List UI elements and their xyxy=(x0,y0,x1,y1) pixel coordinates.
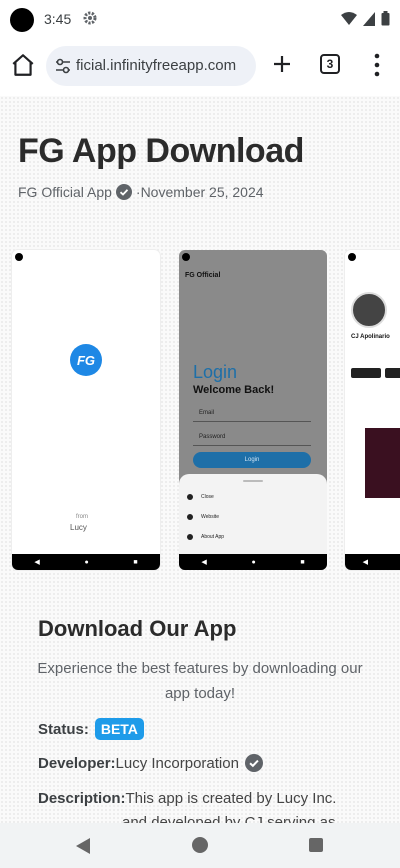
signal-icon xyxy=(363,11,375,26)
home-circle-icon[interactable] xyxy=(192,837,208,853)
mini-app-header: FG Official xyxy=(185,272,221,279)
post-date: ·November 25, 2024 xyxy=(135,184,264,200)
profile-name: CJ Apolinario xyxy=(351,334,390,340)
developer-label: Developer: xyxy=(38,754,116,772)
tab-switcher-button[interactable]: 3 xyxy=(320,54,340,74)
camera-cutout xyxy=(182,253,190,261)
description-row: Description: This app is created by Lucy… xyxy=(38,790,336,807)
new-tab-plus-icon[interactable] xyxy=(270,52,294,76)
post-image xyxy=(365,428,400,498)
web-page: FG App Download FG Official App ·Novembe… xyxy=(0,96,400,823)
camera-cutout xyxy=(15,253,23,261)
email-field: Email xyxy=(193,408,311,422)
description-label: Description: xyxy=(38,790,126,807)
browser-toolbar: ficial.infinityfreeapp.com 3 xyxy=(0,38,400,96)
mini-nav-bar: ◀ ● ■ xyxy=(12,554,160,570)
url-text: ficial.infinityfreeapp.com xyxy=(76,57,237,74)
welcome-text: Welcome Back! xyxy=(193,384,275,396)
system-nav-bar xyxy=(0,823,400,868)
mini-nav-bar: ◀● xyxy=(345,554,400,570)
recents-square-icon[interactable] xyxy=(309,838,323,852)
camera-cutout xyxy=(10,8,34,32)
status-bar: 3:45 xyxy=(0,0,400,38)
app-screenshot-splash[interactable]: FG from Lucy ◀ ● ■ xyxy=(12,250,160,570)
overflow-menu-icon[interactable] xyxy=(372,52,382,78)
mini-nav-bar: ◀ ● ■ xyxy=(179,554,327,570)
bottom-sheet-menu: Close Website About App xyxy=(179,474,327,554)
description-continued: and developed by CJ serving as xyxy=(122,814,336,823)
menu-item-close: Close xyxy=(187,494,214,500)
lucy-brand: Lucy xyxy=(70,523,87,532)
menu-item-about: About App xyxy=(187,534,224,540)
back-icon[interactable] xyxy=(74,837,92,855)
app-screenshot-login[interactable]: FG Official Login Welcome Back! Email Pa… xyxy=(179,250,327,570)
login-title: Login xyxy=(193,362,238,382)
wifi-icon xyxy=(341,11,357,25)
download-subtitle: Experience the best features by download… xyxy=(37,660,363,702)
verified-check-icon xyxy=(115,184,132,200)
app-screenshot-profile[interactable]: CJ Apolinario ◀● xyxy=(345,250,400,570)
fg-logo: FG xyxy=(70,344,102,376)
description-value: This app is created by Lucy Inc. xyxy=(125,790,337,807)
login-button: Login xyxy=(193,452,311,468)
from-label: from xyxy=(76,514,88,520)
menu-item-website: Website xyxy=(187,514,219,520)
byline: FG Official App ·November 25, 2024 xyxy=(18,184,264,200)
verified-check-icon xyxy=(244,754,263,772)
status-label: Status: xyxy=(38,720,89,738)
status-row: Status: BETA xyxy=(38,718,144,740)
download-heading: Download Our App xyxy=(38,616,237,641)
battery-icon xyxy=(381,11,390,26)
status-icons xyxy=(341,11,390,26)
page-title: FG App Download xyxy=(18,132,304,170)
author-link[interactable]: FG Official App xyxy=(18,184,112,200)
developer-value: Lucy Incorporation xyxy=(115,754,239,772)
site-settings-icon[interactable] xyxy=(54,57,72,75)
profile-avatar xyxy=(351,292,387,328)
address-bar[interactable]: ficial.infinityfreeapp.com xyxy=(46,46,256,86)
developer-row: Developer: Lucy Incorporation xyxy=(38,754,263,772)
password-field: Password xyxy=(193,432,311,446)
settings-gear-icon xyxy=(83,11,97,25)
home-icon[interactable] xyxy=(10,52,36,78)
beta-badge: BETA xyxy=(94,718,144,740)
camera-cutout xyxy=(348,253,356,261)
status-time: 3:45 xyxy=(44,11,72,27)
